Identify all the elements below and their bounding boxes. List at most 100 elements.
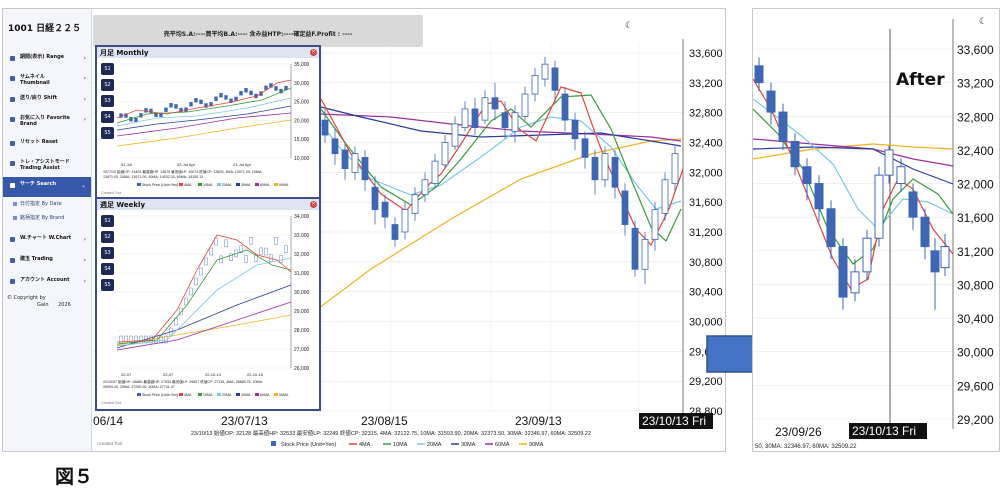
y-tick-label: 31,600 <box>689 197 723 209</box>
sidebar-item-range[interactable]: 期間(表示) Range › <box>3 50 91 70</box>
legend-swatch <box>179 393 183 396</box>
candle-body <box>204 257 208 266</box>
list-icon <box>13 215 17 220</box>
candle-body <box>766 90 776 113</box>
y-tick-label: 20,000 <box>294 118 310 124</box>
legend-label: 4MA <box>184 183 192 187</box>
legend-label: 10MA <box>203 393 213 397</box>
candle-body <box>224 239 228 248</box>
sidebar-item-shift[interactable]: 送り/戻り Shift › <box>3 91 91 111</box>
zoomed-candlestick-chart[interactable]: 33,600 33,200 32,800 32,400 32,000 31,600 31,2… <box>753 9 999 451</box>
legend-swatch <box>217 183 221 186</box>
sidebar-item-label: W.チャート W.Chart <box>20 235 72 241</box>
chevron-right-icon: › <box>83 236 86 243</box>
sidebar-item-thumbnail[interactable]: サムネイル Thumbnail › <box>3 70 91 90</box>
candle-body <box>164 107 168 112</box>
thumbnail-icon <box>10 76 15 81</box>
y-tick-label: 34,000 <box>294 214 310 220</box>
sidebar-item-trading-assist[interactable]: トレ・アシストモード Trading Assist <box>3 155 91 177</box>
moving-average-line <box>116 97 292 127</box>
sidebar-item-trading[interactable]: 建玉 Trading › <box>3 252 91 272</box>
dark-mode-icon[interactable]: ☾ <box>625 21 633 31</box>
legend-label: 10MA <box>203 183 213 187</box>
y-tick-label: 33,600 <box>957 43 994 57</box>
y-tick-label: 30,800 <box>689 257 723 269</box>
favorite-icon <box>10 117 15 122</box>
sidebar-item-label: 送り/戻り Shift <box>20 95 58 101</box>
legend-label: Stock Price (Unit=Yen) <box>142 393 178 397</box>
y-tick-label: 30,400 <box>957 312 994 326</box>
y-tick-label: 29,600 <box>957 379 994 393</box>
close-icon[interactable]: × <box>310 201 317 208</box>
popup-header[interactable]: 月足 Monthly × <box>97 47 319 58</box>
candle-body <box>511 112 519 132</box>
candle-body <box>671 153 679 184</box>
ohlc-info-line: 13971.00, 20MA: 13971.00, 30MA: 14032.33… <box>103 175 203 179</box>
x-tick-label: 06/14 <box>93 414 123 428</box>
x-tick-label: 23/07/13 <box>221 414 268 428</box>
dark-mode-icon[interactable]: ☾ <box>979 17 987 27</box>
candle-body <box>501 112 509 128</box>
legend-swatch <box>271 441 276 446</box>
candle-body <box>219 93 223 98</box>
copyright-year: 2026 <box>58 302 71 308</box>
candle-body <box>249 237 253 245</box>
candle-body <box>169 103 173 108</box>
sidebar-item-wchart[interactable]: W.チャート W.Chart › <box>3 231 91 251</box>
legend-label: 60MA <box>495 442 510 448</box>
candle-body <box>321 119 329 136</box>
candle-body <box>284 245 288 253</box>
moving-average-line <box>116 257 292 347</box>
close-icon[interactable]: × <box>310 49 317 56</box>
candle-body <box>778 111 788 143</box>
legend-label: 90MA <box>279 183 289 187</box>
search-sub-by-date[interactable]: 日付指定 By Date <box>13 200 62 207</box>
company-logo: Gain <box>37 302 49 308</box>
chevron-right-icon: › <box>83 55 86 62</box>
candle-body <box>199 267 203 276</box>
x-tick-label: 22-07 <box>163 372 174 377</box>
sidebar-item-reset[interactable]: リセット Reset <box>3 135 91 155</box>
sidebar-item-label: サーチ Search <box>20 181 57 187</box>
weekly-chart[interactable]: 34,000 33,000 32,000 31,000 30,000 29,000 28,0… <box>97 210 319 409</box>
candle-body <box>561 93 569 121</box>
search-sub-by-brand[interactable]: 銘柄指定 By Brand <box>13 214 64 221</box>
legend-swatch <box>274 183 278 186</box>
y-tick-label: 30,800 <box>957 278 994 292</box>
sidebar-item-account[interactable]: アカウント Account › <box>3 273 91 293</box>
legend-label: Stock Price (Unit=Yen) <box>142 183 178 187</box>
monthly-chart[interactable]: 35,000 30,000 25,000 20,000 15,000 10,000 91-J… <box>97 58 319 197</box>
monthly-chart-popup[interactable]: 月足 Monthly × S1 S2 S3 S4 S5 35,000 30,000… <box>95 45 321 199</box>
legend-swatch <box>255 183 259 186</box>
sidebar-item-label: トレ・アシストモード Trading Assist <box>20 159 70 171</box>
candle-body <box>908 191 918 218</box>
copyright: © Copyright by Gain 2026 <box>7 295 71 308</box>
candle-body <box>274 86 278 91</box>
candle-body <box>651 209 659 240</box>
trade-assist-icon <box>10 161 15 166</box>
legend-label: 20MA <box>222 183 232 187</box>
candle-body <box>381 201 389 218</box>
chevron-right-icon: › <box>83 278 86 285</box>
candle-body <box>249 90 253 96</box>
chart-app-window: 1001 日経２２５ 期間(表示) Range › サムネイル Thumbnai… <box>2 8 726 452</box>
x-tick-label: 91-Jul <box>121 162 132 167</box>
sidebar-item-search[interactable]: サーチ Search ⌄ <box>3 177 91 197</box>
trading-icon <box>10 258 15 263</box>
weekly-chart-popup[interactable]: 週足 Weekly × S1 S2 S3 S4 S5 34,000 33,000 3… <box>95 197 321 411</box>
candle-body <box>274 237 278 245</box>
footer-brand: Created Tool <box>101 401 122 405</box>
chevron-down-icon: ⌄ <box>80 182 86 189</box>
candle-body <box>531 74 539 95</box>
sidebar-item-favorite[interactable]: お気に入り Favorite Brand › <box>3 111 91 133</box>
reset-icon <box>10 141 15 146</box>
popup-header[interactable]: 週足 Weekly × <box>97 199 319 210</box>
candle-body <box>814 183 824 210</box>
candle-body <box>371 186 379 211</box>
candle-body <box>264 247 268 256</box>
ohlc-info-fragment: 50, 30MA: 32346.97, 60MA: 32509.22 <box>755 444 857 450</box>
x-tick-label: 03-Jul Apr <box>177 162 196 167</box>
current-date-label: 23/10/13 Fri <box>642 414 706 428</box>
y-tick-label: 33,600 <box>689 48 723 60</box>
candle-body <box>224 95 228 100</box>
